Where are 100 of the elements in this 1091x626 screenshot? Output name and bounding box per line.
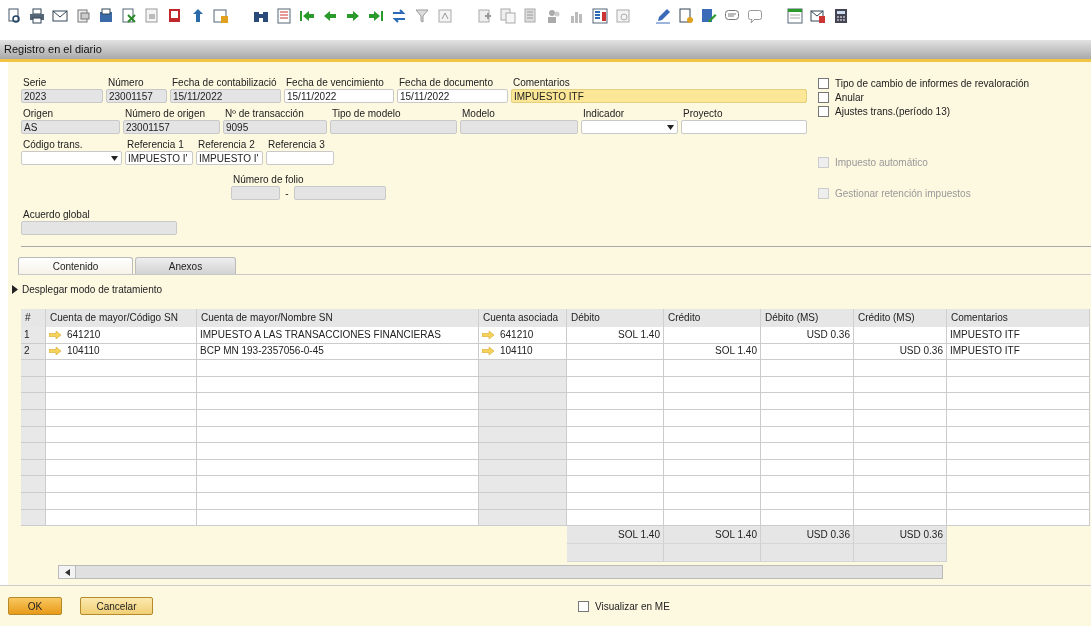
envelope-icon[interactable] xyxy=(52,8,68,24)
ok-button[interactable]: OK xyxy=(8,597,62,615)
preview-icon[interactable] xyxy=(6,8,22,24)
cancel-button[interactable]: Cancelar xyxy=(80,597,153,615)
mail-alert-icon[interactable] xyxy=(810,8,826,24)
people-icon[interactable] xyxy=(546,8,562,24)
link-arrow-icon[interactable] xyxy=(49,347,61,356)
tab[interactable]: Contenido xyxy=(18,257,133,274)
comment-icon[interactable] xyxy=(747,8,763,24)
checkbox-label: Tipo de cambio de informes de revaloración xyxy=(835,77,1030,89)
field-label: Fecha de contabilizació xyxy=(171,76,278,89)
field-label: Fecha de documento xyxy=(398,76,494,89)
table-cell: 1 xyxy=(21,327,46,344)
calendar-icon[interactable] xyxy=(787,8,803,24)
input-field[interactable]: IMPUESTO I' xyxy=(125,151,193,165)
dropdown-field[interactable] xyxy=(21,151,122,165)
edit-document-icon[interactable] xyxy=(701,8,717,24)
pencil-icon[interactable] xyxy=(655,8,671,24)
separator-text: - xyxy=(284,187,290,199)
column-header[interactable]: Débito xyxy=(567,309,664,327)
input-field[interactable]: 15/11/2022 xyxy=(397,89,508,103)
field-label: Indicador xyxy=(582,107,626,120)
account-number: 641210 xyxy=(67,327,101,342)
input-field[interactable]: IMPUESTO I' xyxy=(196,151,263,165)
input-field[interactable]: 2023 xyxy=(21,89,103,103)
input-field[interactable] xyxy=(294,186,386,200)
spreadsheet-icon[interactable] xyxy=(121,8,137,24)
previous-record-icon[interactable] xyxy=(322,8,338,24)
scroll-left-icon[interactable] xyxy=(64,568,70,576)
filter-icon[interactable] xyxy=(414,8,430,24)
link-arrow-icon[interactable] xyxy=(49,330,61,339)
input-field[interactable]: 9095 xyxy=(223,120,327,134)
column-header[interactable]: Crédito xyxy=(664,309,761,327)
exchange-icon[interactable] xyxy=(391,8,407,24)
table-cell xyxy=(21,443,46,460)
dropdown-field[interactable] xyxy=(581,120,678,134)
column-header[interactable]: Cuenta asociada xyxy=(479,309,567,327)
field-label: Comentarios xyxy=(512,76,571,89)
column-header[interactable]: Débito (MS) xyxy=(761,309,854,327)
next-record-icon[interactable] xyxy=(345,8,361,24)
table-cell: IMPUESTO ITF xyxy=(947,327,1090,344)
copy-document-icon[interactable] xyxy=(523,8,539,24)
column-header[interactable]: Comentarios xyxy=(947,309,1090,327)
field-label: Referencia 2 xyxy=(197,138,256,151)
list-icon[interactable] xyxy=(276,8,292,24)
caret-icon[interactable] xyxy=(667,125,674,130)
new-document-icon[interactable] xyxy=(678,8,694,24)
input-field[interactable]: IMPUESTO ITF xyxy=(511,89,807,103)
field-label: Serie xyxy=(22,76,48,89)
input-field[interactable]: 23001157 xyxy=(123,120,220,134)
expand-triangle-icon[interactable] xyxy=(12,284,18,294)
checkbox-label: Anular xyxy=(835,91,864,103)
first-record-icon[interactable] xyxy=(299,8,315,24)
checkbox[interactable] xyxy=(818,105,829,117)
field-label: Modelo xyxy=(461,107,496,120)
input-field[interactable] xyxy=(21,221,177,235)
tab[interactable]: Anexos xyxy=(135,257,236,274)
input-field[interactable] xyxy=(266,151,334,165)
table-cell: IMPUESTO A LAS TRANSACCIONES FINANCIERAS xyxy=(197,327,479,344)
input-field[interactable] xyxy=(460,120,578,134)
checkbox-label: Visualizar en ME xyxy=(595,600,670,612)
input-field[interactable]: AS xyxy=(21,120,120,134)
caret-icon[interactable] xyxy=(111,156,118,161)
link-arrow-icon[interactable] xyxy=(482,330,494,339)
input-field[interactable] xyxy=(231,186,280,200)
column-header[interactable]: Cuenta de mayor/Nombre SN xyxy=(197,309,479,327)
field-label: Nº de transacción xyxy=(224,107,305,120)
checkbox[interactable] xyxy=(818,77,829,89)
table-cell xyxy=(21,393,46,410)
document-icon[interactable] xyxy=(75,8,91,24)
field-label: Referencia 3 xyxy=(267,138,326,151)
column-header[interactable]: # xyxy=(21,309,46,327)
column-header[interactable]: Crédito (MS) xyxy=(854,309,947,327)
input-field[interactable] xyxy=(330,120,457,134)
add-page-icon[interactable] xyxy=(477,8,493,24)
last-record-icon[interactable] xyxy=(368,8,384,24)
field-label: Número de folio xyxy=(232,173,305,186)
field-label: Proyecto xyxy=(682,107,724,120)
total-cell: USD 0.36 xyxy=(854,526,947,545)
copy-page-icon[interactable] xyxy=(500,8,516,24)
checkbox-label: Gestionar retención impuestos xyxy=(835,187,971,199)
printer-icon[interactable] xyxy=(29,8,45,24)
field-label: Tipo de modelo xyxy=(331,107,402,120)
input-field[interactable]: 15/11/2022 xyxy=(170,89,281,103)
checkbox[interactable] xyxy=(818,91,829,103)
input-field[interactable]: 15/11/2022 xyxy=(284,89,394,103)
account-number: 104110 xyxy=(67,344,100,359)
calculator-icon[interactable] xyxy=(833,8,849,24)
input-field[interactable] xyxy=(681,120,807,134)
expander-label[interactable]: Desplegar modo de tratamiento xyxy=(22,283,163,295)
link-arrow-icon[interactable] xyxy=(482,347,494,356)
column-header[interactable]: Cuenta de mayor/Código SN xyxy=(46,309,197,327)
magnifier-page-icon[interactable] xyxy=(615,8,631,24)
field-label: Fecha de vencimiento xyxy=(285,76,385,89)
field-label: Número de origen xyxy=(124,107,207,120)
total-cell: SOL 1.40 xyxy=(567,526,664,545)
input-field[interactable]: 23001157 xyxy=(106,89,167,103)
horizontal-scrollbar[interactable] xyxy=(58,565,943,580)
checkbox[interactable] xyxy=(578,600,589,612)
total-cell: SOL 1.40 xyxy=(664,526,761,545)
